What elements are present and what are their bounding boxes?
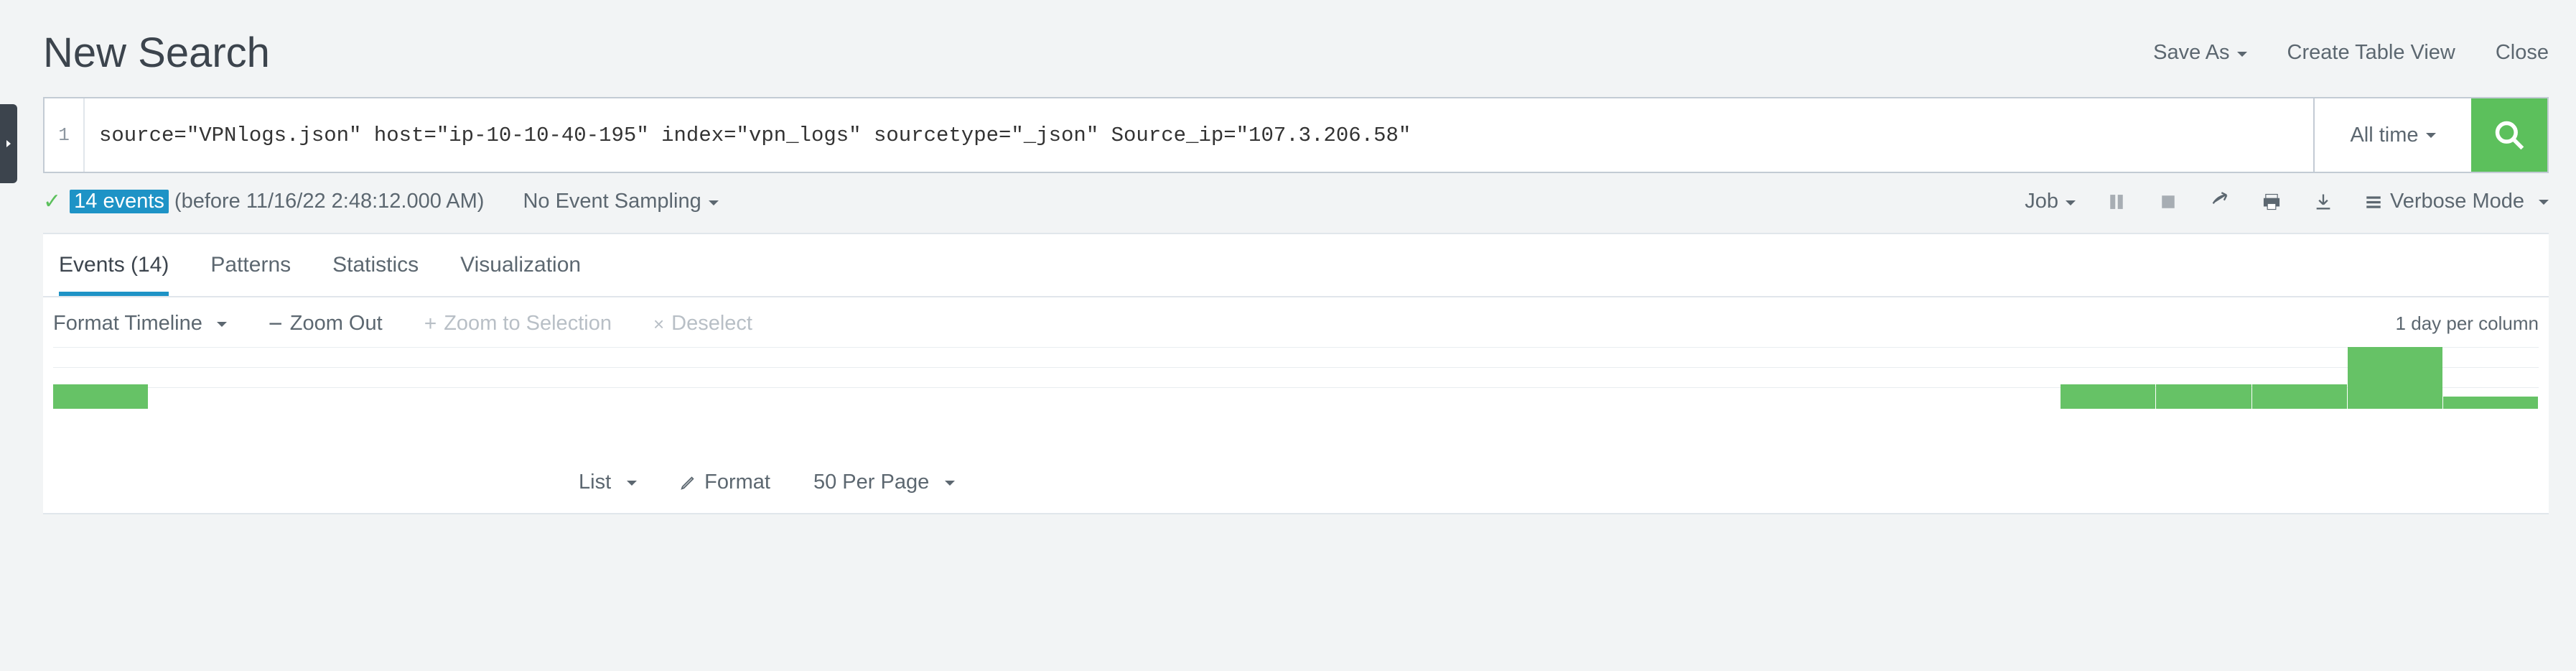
- timeline-column[interactable]: [1487, 347, 1582, 409]
- timeline-column[interactable]: [722, 347, 818, 409]
- pencil-icon: [680, 475, 696, 491]
- results-per-page-menu[interactable]: 50 Per Page: [813, 471, 955, 494]
- timeline-column[interactable]: [1870, 347, 1965, 409]
- event-sampling-menu[interactable]: No Event Sampling: [523, 190, 718, 213]
- result-count[interactable]: 14 events: [70, 190, 169, 213]
- result-display-options: List Format 50 Per Page: [43, 439, 2549, 513]
- timeline-column[interactable]: [2348, 347, 2443, 409]
- timeline-column[interactable]: [1679, 347, 1774, 409]
- results-format-label: Format: [704, 471, 770, 494]
- download-icon[interactable]: [2313, 191, 2334, 213]
- result-tabs: Events (14) Patterns Statistics Visualiz…: [43, 234, 2549, 296]
- timeline-column[interactable]: [1583, 347, 1679, 409]
- timeline-controls: Format Timeline − Zoom Out + Zoom to Sel…: [43, 297, 2549, 347]
- job-menu[interactable]: Job: [2025, 190, 2076, 213]
- timeline-column[interactable]: [1200, 347, 1296, 409]
- page-title: New Search: [43, 29, 270, 77]
- query-line-number: 1: [45, 98, 85, 172]
- timeline-column[interactable]: [340, 347, 435, 409]
- close-link[interactable]: Close: [2496, 41, 2549, 65]
- timeline-granularity: 1 day per column: [2396, 313, 2539, 335]
- timeline-column[interactable]: [627, 347, 722, 409]
- timeline-column[interactable]: [531, 347, 627, 409]
- event-timeline-chart[interactable]: [53, 347, 2539, 439]
- timeline-bar[interactable]: [53, 384, 148, 409]
- search-icon: [2493, 119, 2525, 151]
- time-range-picker[interactable]: All time: [2313, 98, 2471, 172]
- result-time-range: (before 11/16/22 2:48:12.000 AM): [174, 190, 485, 213]
- search-query-input[interactable]: source="VPNlogs.json" host="ip-10-10-40-…: [85, 98, 2313, 172]
- pause-icon[interactable]: [2106, 191, 2127, 213]
- print-icon[interactable]: [2261, 191, 2282, 213]
- tab-patterns[interactable]: Patterns: [210, 253, 291, 296]
- timeline-column[interactable]: [913, 347, 1009, 409]
- timeline-column[interactable]: [1009, 347, 1105, 409]
- results-view-menu[interactable]: List: [579, 471, 637, 494]
- share-icon[interactable]: [2209, 191, 2231, 213]
- status-bar: ✓ 14 events (before 11/16/22 2:48:12.000…: [43, 173, 2549, 227]
- timeline-column[interactable]: [1774, 347, 1870, 409]
- timeline-column[interactable]: [1391, 347, 1487, 409]
- timeline-bar[interactable]: [2061, 384, 2155, 409]
- side-panel-handle[interactable]: [0, 104, 17, 183]
- save-as-menu[interactable]: Save As: [2153, 41, 2246, 65]
- timeline-column[interactable]: [53, 347, 149, 409]
- tab-visualization[interactable]: Visualization: [460, 253, 581, 296]
- timeline-column[interactable]: [2252, 347, 2348, 409]
- zoom-to-selection-label: Zoom to Selection: [444, 312, 612, 336]
- timeline-column[interactable]: [244, 347, 340, 409]
- timeline-column[interactable]: [1965, 347, 2061, 409]
- create-table-view-link[interactable]: Create Table View: [2287, 41, 2455, 65]
- format-timeline-menu[interactable]: Format Timeline: [53, 312, 227, 336]
- timeline-column[interactable]: [818, 347, 913, 409]
- results-format-button[interactable]: Format: [680, 471, 770, 494]
- timeline-column[interactable]: [2443, 347, 2539, 409]
- zoom-to-selection-button: + Zoom to Selection: [424, 312, 612, 336]
- search-button[interactable]: [2471, 98, 2547, 172]
- header: New Search Save As Create Table View Clo…: [43, 13, 2549, 97]
- timeline-column[interactable]: [2061, 347, 2156, 409]
- timeline-column[interactable]: [2156, 347, 2251, 409]
- tab-statistics[interactable]: Statistics: [332, 253, 419, 296]
- stop-icon[interactable]: [2157, 191, 2179, 213]
- deselect-label: Deselect: [671, 312, 752, 336]
- tab-events[interactable]: Events (14): [59, 253, 169, 296]
- check-icon: ✓: [43, 189, 61, 214]
- timeline-column[interactable]: [1105, 347, 1200, 409]
- zoom-out-label: Zoom Out: [290, 312, 383, 336]
- timeline-bar[interactable]: [2443, 397, 2538, 409]
- timeline-column[interactable]: [436, 347, 531, 409]
- timeline-bar[interactable]: [2348, 347, 2442, 409]
- search-mode-menu[interactable]: Verbose Mode: [2364, 190, 2549, 213]
- list-icon: [2364, 193, 2383, 211]
- search-mode-label: Verbose Mode: [2390, 190, 2524, 213]
- zoom-out-button[interactable]: − Zoom Out: [269, 312, 383, 336]
- timeline-bar[interactable]: [2252, 384, 2347, 409]
- timeline-column[interactable]: [149, 347, 244, 409]
- search-bar: 1 source="VPNlogs.json" host="ip-10-10-4…: [43, 97, 2549, 173]
- timeline-column[interactable]: [1296, 347, 1391, 409]
- timeline-bar[interactable]: [2156, 384, 2251, 409]
- deselect-button: × Deselect: [653, 312, 752, 336]
